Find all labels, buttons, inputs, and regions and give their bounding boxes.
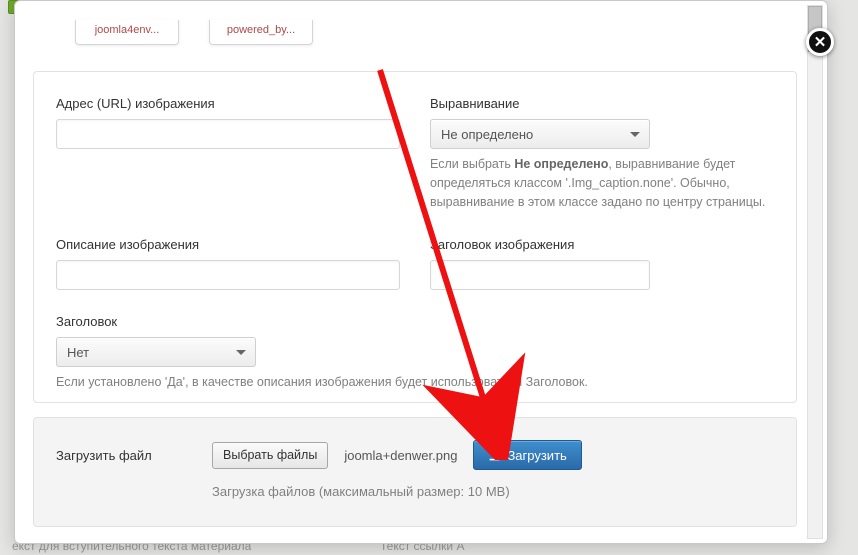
- upload-label: Загрузить файл: [56, 448, 196, 463]
- caption-help-text: Если установлено 'Да', в качестве описан…: [56, 373, 774, 392]
- url-label: Адрес (URL) изображения: [56, 96, 400, 111]
- selected-filename: joomla+denwer.png: [344, 448, 457, 463]
- align-help-text: Если выбрать Не определено, выравнивание…: [430, 155, 774, 211]
- upload-button[interactable]: Загрузить: [473, 440, 581, 470]
- align-label: Выравнивание: [430, 96, 774, 111]
- description-input[interactable]: [56, 260, 400, 290]
- upload-hint: Загрузка файлов (максимальный размер: 10…: [212, 484, 774, 499]
- image-properties-panel: Адрес (URL) изображения Выравнивание Не …: [33, 71, 797, 403]
- close-icon: ✕: [814, 33, 827, 51]
- chevron-down-icon: [236, 350, 246, 355]
- modal-scrollbar[interactable]: [807, 5, 823, 539]
- imgtitle-input[interactable]: [430, 260, 650, 290]
- close-modal-button[interactable]: ✕: [806, 28, 834, 56]
- choose-files-button[interactable]: Выбрать файлы: [212, 442, 328, 469]
- caption-select-label: Заголовок: [56, 314, 774, 329]
- caption-select-value: Нет: [67, 345, 89, 360]
- image-thumbnails-row: joomla4env... powered_by...: [75, 20, 313, 45]
- upload-panel: Загрузить файл Выбрать файлы joomla+denw…: [33, 417, 797, 527]
- caption-select[interactable]: Нет: [56, 337, 256, 367]
- url-input[interactable]: [56, 119, 400, 149]
- upload-icon: [488, 449, 501, 462]
- align-select[interactable]: Не определено: [430, 119, 650, 149]
- chevron-down-icon: [630, 132, 640, 137]
- align-select-value: Не определено: [441, 127, 533, 142]
- thumbnail-item[interactable]: joomla4env...: [75, 20, 179, 45]
- description-label: Описание изображения: [56, 237, 400, 252]
- imgtitle-label: Заголовок изображения: [430, 237, 774, 252]
- image-picker-modal: joomla4env... powered_by... Адрес (URL) …: [14, 0, 828, 544]
- thumbnail-item[interactable]: powered_by...: [209, 20, 313, 45]
